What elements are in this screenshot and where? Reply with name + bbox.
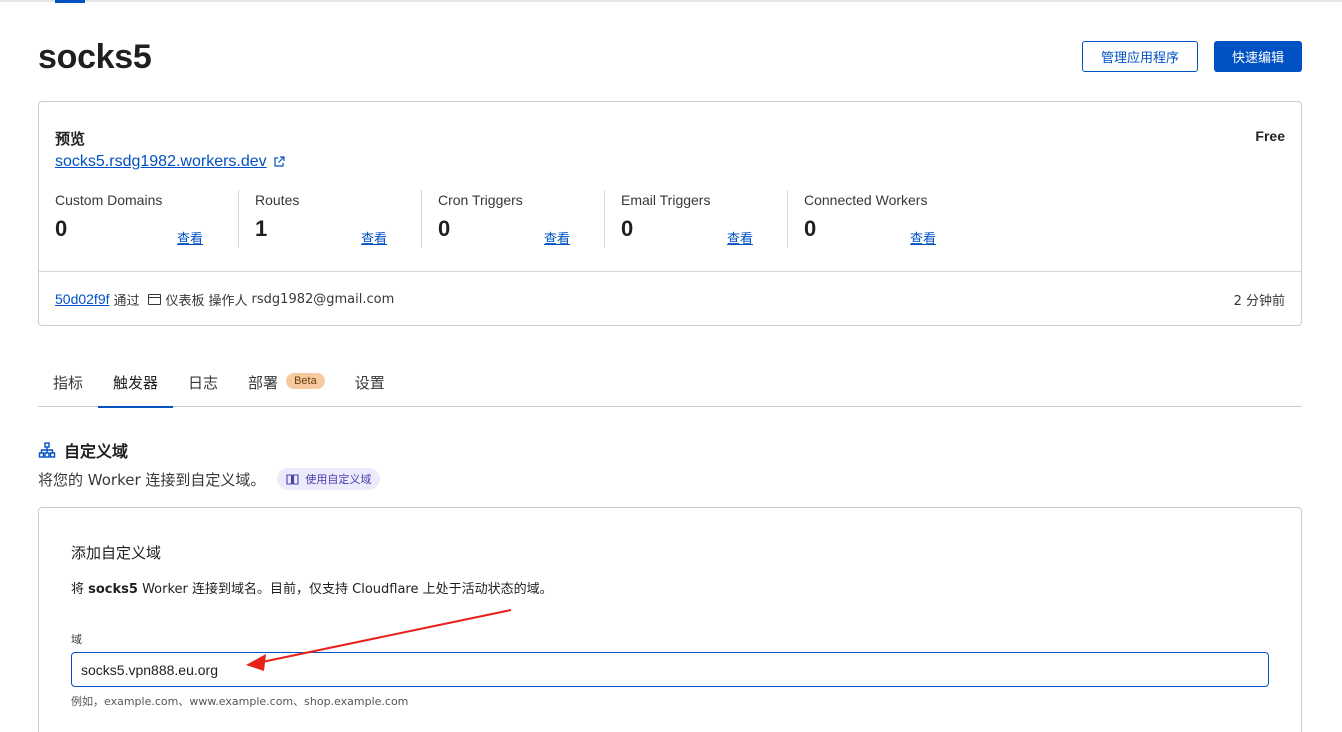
stat-label: Custom Domains — [55, 192, 163, 208]
stat-value: 0 — [438, 216, 451, 241]
stat-label: Email Triggers — [621, 192, 711, 208]
form-desc-suffix: Worker 连接到域名。目前，仅支持 Cloudflare 上处于活动状态的域… — [137, 582, 553, 597]
latest-deployment-row: 50d02f9f 通过 仪表板 操作人 rsdg1982@gmail.com 2… — [55, 289, 1285, 309]
custom-domains-heading: 自定义域 — [38, 438, 128, 462]
domain-input[interactable] — [71, 652, 1269, 687]
tab-label: 触发器 — [113, 374, 159, 392]
stat-value: 1 — [255, 216, 268, 241]
tab-label: 指标 — [53, 374, 84, 392]
view-custom-domains-link[interactable]: 查看 — [177, 228, 203, 247]
custom-domains-docs-link[interactable]: 使用自定义域 — [277, 468, 381, 490]
section-desc-text: 将您的 Worker 连接到自定义域。 — [38, 470, 266, 489]
deployment-time: 2 分钟前 — [1233, 293, 1285, 309]
stat-value: 0 — [804, 216, 817, 241]
form-desc-prefix: 将 — [71, 582, 89, 597]
deployment-operator-label: 操作人 — [208, 293, 248, 309]
stat-value: 0 — [55, 216, 68, 241]
tab-label: 部署 — [248, 374, 279, 392]
sitemap-icon — [38, 442, 56, 458]
preview-url-text: socks5.rsdg1982.workers.dev — [55, 153, 267, 170]
top-border — [0, 0, 1342, 2]
stat-label: Routes — [255, 192, 300, 208]
worker-tabs: 指标 触发器 日志 部署 Beta 设置 — [38, 362, 1302, 408]
preview-label: 预览 — [55, 130, 86, 148]
worker-overview-card: 预览 Free socks5.rsdg1982.workers.dev Cust… — [38, 101, 1302, 326]
card-divider — [39, 271, 1301, 272]
top-nav-active-indicator — [55, 0, 85, 3]
page-title: socks5 — [38, 38, 152, 76]
stat-connected-workers: Connected Workers 0 查看 — [787, 190, 970, 248]
tab-metrics[interactable]: 指标 — [38, 362, 98, 407]
tab-logs[interactable]: 日志 — [173, 362, 233, 407]
domain-field-label: 域 — [71, 633, 82, 646]
tab-triggers[interactable]: 触发器 — [98, 362, 174, 408]
beta-badge: Beta — [286, 373, 325, 389]
deployment-via: 通过 — [113, 293, 140, 309]
view-routes-link[interactable]: 查看 — [361, 228, 387, 247]
stat-email-triggers: Email Triggers 0 查看 — [604, 190, 787, 248]
tab-label: 日志 — [188, 374, 219, 392]
stat-custom-domains: Custom Domains 0 查看 — [55, 190, 238, 248]
stat-label: Cron Triggers — [438, 192, 523, 208]
deployment-source: 仪表板 — [165, 293, 205, 309]
tab-deployments[interactable]: 部署 Beta — [233, 362, 340, 407]
view-email-triggers-link[interactable]: 查看 — [727, 228, 753, 247]
view-connected-workers-link[interactable]: 查看 — [910, 228, 936, 247]
docs-link-text: 使用自定义域 — [305, 473, 372, 486]
form-title: 添加自定义域 — [71, 544, 162, 562]
stat-value: 0 — [621, 216, 634, 241]
preview-url-link[interactable]: socks5.rsdg1982.workers.dev — [55, 153, 285, 171]
trigger-stats: Custom Domains 0 查看 Routes 1 查看 Cron Tri… — [55, 190, 970, 248]
quick-edit-button[interactable]: 快速编辑 — [1214, 41, 1302, 72]
book-icon — [286, 473, 299, 485]
add-custom-domain-card: 添加自定义域 将 socks5 Worker 连接到域名。目前，仅支持 Clou… — [38, 507, 1302, 732]
tab-label: 设置 — [354, 374, 385, 392]
custom-domains-description: 将您的 Worker 连接到自定义域。 使用自定义域 — [38, 468, 381, 490]
dashboard-icon — [147, 293, 161, 305]
form-desc-worker: socks5 — [88, 582, 138, 597]
external-link-icon — [274, 156, 285, 167]
view-cron-triggers-link[interactable]: 查看 — [544, 228, 570, 247]
form-description: 将 socks5 Worker 连接到域名。目前，仅支持 Cloudflare … — [71, 578, 553, 597]
deployment-operator: rsdg1982@gmail.com — [251, 291, 395, 307]
section-title-text: 自定义域 — [64, 442, 129, 461]
stat-label: Connected Workers — [804, 192, 928, 208]
stat-cron-triggers: Cron Triggers 0 查看 — [421, 190, 604, 248]
plan-badge: Free — [1255, 128, 1285, 144]
deployment-hash-link[interactable]: 50d02f9f — [55, 291, 110, 307]
manage-app-button[interactable]: 管理应用程序 — [1082, 41, 1198, 72]
domain-field-hint: 例如，example.com、www.example.com、shop.exam… — [71, 695, 409, 708]
stat-routes: Routes 1 查看 — [238, 190, 421, 248]
tab-settings[interactable]: 设置 — [340, 362, 400, 407]
